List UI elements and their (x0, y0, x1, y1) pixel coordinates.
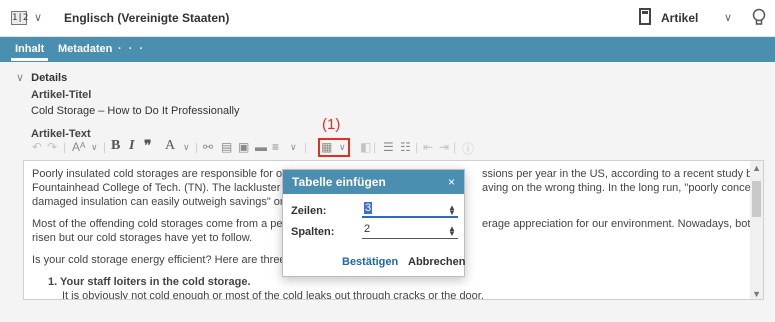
paste-icon[interactable]: ◧ (360, 140, 371, 154)
toolbar-divider: | (63, 140, 67, 154)
editor-toolbar: ↶ ↷ | Aᴬ ∨ | B I ❞ A ∨ | ⚯ ▤ ▣ ▬ ≡ ∨ | ▦… (31, 138, 481, 157)
editor-line: It is obviously not cold enough or most … (62, 290, 484, 300)
editor-line: Fountainhead College of Tech. (TN). The … (32, 182, 324, 194)
toolbar-divider: | (304, 140, 308, 154)
tab-metadaten[interactable]: Metadaten (58, 43, 112, 55)
tab-bar: Inhalt Metadaten · · · (0, 37, 775, 62)
bold-icon[interactable]: B (111, 138, 120, 154)
font-icon[interactable]: A (165, 138, 175, 154)
bullet-list-icon[interactable]: ☷ (400, 140, 411, 154)
editor-list-item: 1. Your staff loiters in the cold storag… (48, 276, 251, 288)
article-text-label: Artikel-Text (31, 128, 91, 140)
language-label: Englisch (Vereinigte Staaten) (64, 11, 230, 25)
toolbar-divider: | (453, 140, 457, 154)
align-icon[interactable]: ≡ (272, 140, 279, 154)
ordered-list-icon[interactable]: ☰ (383, 140, 394, 154)
scroll-thumb[interactable] (752, 181, 761, 217)
language-chevron-icon[interactable]: ∨ (34, 11, 42, 24)
editor-line: damaged insulation can easily outweigh s… (32, 196, 322, 208)
document-icon[interactable] (639, 8, 651, 25)
rows-value: 3 (364, 202, 373, 214)
details-section-header[interactable]: ∨ Details (16, 71, 67, 84)
toolbar-divider: | (103, 140, 107, 154)
article-title-field[interactable]: Cold Storage – How to Do It Professional… (31, 105, 240, 117)
editor-line: Poorly insulated cold storages are respo… (32, 168, 322, 180)
rows-label: Zeilen: (291, 205, 327, 217)
redo-icon[interactable]: ↷ (47, 140, 57, 154)
heading-icon[interactable]: Aᴬ (72, 140, 85, 154)
align-dropdown-icon[interactable]: ∨ (290, 142, 297, 153)
italic-icon[interactable]: I (129, 138, 134, 154)
undo-icon[interactable]: ↶ (32, 140, 42, 154)
editor-line: risen but our cold storages have yet to … (32, 232, 253, 244)
rows-field[interactable]: 3 (362, 202, 458, 218)
toolbar-divider: | (195, 140, 199, 154)
details-label: Details (31, 72, 68, 84)
language-icon[interactable]: 1|2 (11, 11, 28, 25)
editor-line: Most of the offending cold storages come… (32, 218, 320, 230)
cancel-button[interactable]: Abbrechen (408, 256, 465, 268)
table-button-highlight (318, 138, 350, 157)
image-icon[interactable]: ▣ (238, 140, 249, 154)
article-type-chevron-icon[interactable]: ∨ (724, 11, 732, 24)
outdent-icon[interactable]: ⇤ (423, 140, 433, 154)
rows-stepper-icon[interactable]: ▲ ▼ (448, 204, 456, 217)
insert-table-dialog: Tabelle einfügen × Zeilen: 3 ▲ ▼ Spalten:… (282, 169, 465, 277)
tab-inhalt[interactable]: Inhalt (10, 43, 49, 61)
close-icon[interactable]: × (448, 175, 455, 189)
lightbulb-icon[interactable] (752, 8, 766, 28)
dialog-header: Tabelle einfügen × (283, 170, 464, 194)
toolbar-divider: | (415, 140, 419, 154)
dialog-title: Tabelle einfügen (292, 175, 386, 189)
scroll-down-icon[interactable]: ▼ (752, 289, 761, 299)
scroll-up-icon[interactable]: ▲ (752, 163, 761, 173)
editor-scrollbar[interactable]: ▲ ▼ (750, 161, 763, 299)
columns-field[interactable]: 2 (362, 223, 458, 239)
font-dropdown-icon[interactable]: ∨ (183, 142, 190, 153)
heading-dropdown-icon[interactable]: ∨ (91, 142, 98, 153)
tab-more[interactable]: · · · (118, 43, 145, 55)
editor-line: aving on the wrong thing. In the long ru… (482, 182, 764, 194)
collapse-chevron-icon[interactable]: ∨ (16, 72, 24, 84)
confirm-button[interactable]: Bestätigen (342, 256, 398, 268)
editor-line: erage appreciation for our environment. … (482, 218, 764, 230)
article-type-label[interactable]: Artikel (661, 11, 698, 25)
article-title-label: Artikel-Titel (31, 89, 92, 101)
top-bar: 1|2 ∨ Englisch (Vereinigte Staaten) Arti… (0, 0, 775, 37)
insert-media-icon[interactable]: ▤ (221, 140, 232, 154)
quote-icon[interactable]: ❞ (144, 138, 152, 155)
embed-icon[interactable]: ▬ (255, 140, 267, 154)
columns-label: Spalten: (291, 226, 335, 238)
columns-stepper-icon[interactable]: ▲ ▼ (448, 225, 456, 238)
indent-icon[interactable]: ⇥ (439, 140, 449, 154)
columns-value: 2 (364, 223, 371, 235)
info-icon[interactable]: ⓘ (462, 140, 474, 157)
link-icon[interactable]: ⚯ (203, 140, 213, 154)
toolbar-divider: | (373, 140, 377, 154)
annotation-marker: (1) (322, 116, 341, 133)
editor-line: ssions per year in the US, according to … (482, 168, 764, 180)
